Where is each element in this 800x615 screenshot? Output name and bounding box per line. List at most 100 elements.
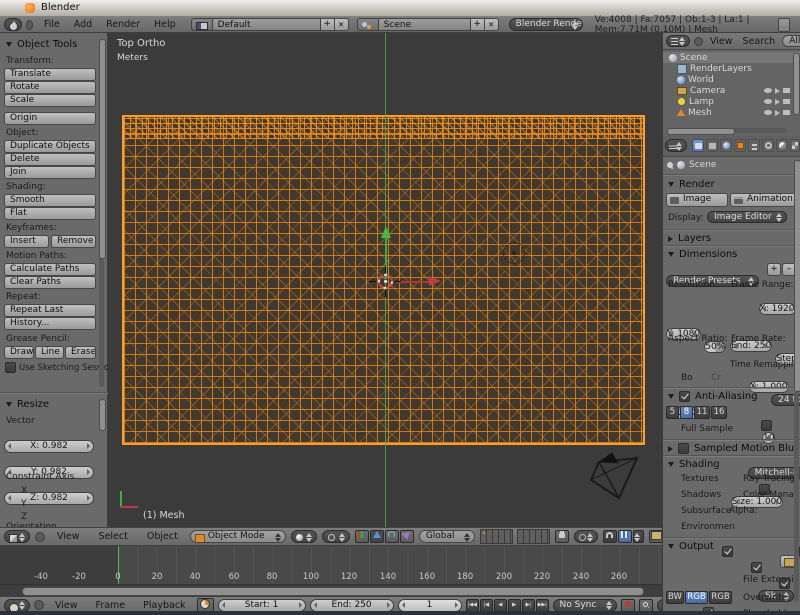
timeline-frame-menu[interactable]: Frame (89, 600, 133, 611)
end-frame-field[interactable]: End: 250 (310, 599, 394, 612)
resize-x-field[interactable]: X: 0.982 (4, 440, 94, 453)
view-menu[interactable]: View (50, 531, 87, 542)
outliner-row-mesh[interactable]: Mesh (663, 107, 800, 118)
select-menu[interactable]: Select (92, 531, 135, 542)
duplicate-objects-button[interactable]: Duplicate Objects (4, 140, 96, 153)
close-layout-button[interactable]: ✕ (335, 18, 349, 31)
menu-render[interactable]: Render (99, 19, 147, 30)
layer-grid-1[interactable] (480, 529, 513, 544)
manipulator-x-arrow-icon[interactable] (429, 276, 441, 286)
outliner-filter-select[interactable]: All Scene (782, 35, 800, 47)
layer-grid-2[interactable] (517, 529, 550, 544)
outliner-hscrollbar-thumb[interactable] (667, 128, 735, 135)
render-panel-header[interactable]: Render (668, 179, 715, 190)
aa-samples-8-button[interactable]: 8 (680, 406, 693, 419)
delete-button[interactable]: Delete (4, 153, 96, 166)
timeline-view-menu[interactable]: View (48, 600, 85, 611)
visibility-eye-icon[interactable] (764, 99, 772, 104)
display-select[interactable]: Image Editor (707, 211, 787, 223)
cursor-manipulator[interactable] (356, 223, 446, 333)
tab-render-icon[interactable] (692, 139, 704, 152)
sampled-motion-blur-header[interactable]: Sampled Motion Blur (668, 443, 798, 454)
scene-selector[interactable]: Scene + ✕ (357, 18, 499, 31)
window-toggle-icon[interactable] (778, 18, 790, 32)
sync-mode-select[interactable]: No Sync (553, 599, 617, 612)
tab-object-icon[interactable] (734, 139, 746, 152)
layers-widget[interactable] (480, 529, 550, 544)
channels-rgb-button[interactable]: RGB (685, 591, 708, 604)
pin-icon[interactable] (667, 162, 673, 168)
collapse-menus-icon[interactable] (35, 532, 45, 542)
editor-type-selector[interactable] (666, 35, 690, 47)
manipulator-y-arrow-icon[interactable] (381, 226, 391, 238)
selectable-arrow-icon[interactable] (775, 110, 780, 116)
motion-blur-checkbox[interactable] (678, 443, 689, 454)
resize-z-field[interactable]: Z: 0.982 (4, 492, 94, 505)
insert-keyframe-button[interactable]: Insert (4, 235, 49, 248)
tab-scene-icon[interactable] (706, 139, 718, 152)
remove-keyframe-button[interactable]: Remove (51, 235, 96, 248)
timeline-playback-menu[interactable]: Playback (136, 600, 192, 611)
outliner-search-menu[interactable]: Search (740, 36, 779, 47)
render-animation-button[interactable]: Animation (730, 193, 796, 207)
proportional-edit-select[interactable] (574, 530, 598, 543)
screen-layout-selector[interactable]: Default + ✕ (191, 18, 349, 31)
collapse-menus-icon[interactable] (694, 37, 703, 46)
snap-widget[interactable] (603, 530, 644, 543)
scene-name[interactable]: Scene (379, 18, 471, 31)
lamp-object[interactable] (503, 242, 525, 264)
resolution-x-field[interactable]: X: 1920 (759, 303, 796, 315)
lock-to-scene-icon[interactable] (555, 530, 569, 543)
snap-element-icon[interactable] (618, 530, 632, 543)
menu-file[interactable]: File (37, 19, 67, 30)
scale-manipulator-icon[interactable] (400, 530, 414, 543)
menu-help[interactable]: Help (147, 19, 183, 30)
repeat-last-button[interactable]: Repeat Last (4, 304, 96, 317)
play-reverse-button[interactable]: ◀ (494, 599, 507, 612)
antialiasing-checkbox[interactable] (679, 391, 690, 402)
render-engine-select[interactable]: Blender Render (509, 18, 583, 31)
border-checkbox[interactable] (761, 420, 772, 431)
resize-scrollbar-thumb[interactable] (99, 399, 106, 431)
outliner-vscrollbar-thumb[interactable] (793, 53, 800, 115)
camera-object[interactable] (585, 450, 647, 506)
aa-samples-11-button[interactable]: 11 (694, 406, 710, 419)
tab-texture-icon[interactable] (790, 139, 800, 152)
snap-mode-select[interactable] (633, 530, 644, 543)
add-layout-button[interactable]: + (321, 18, 335, 31)
visibility-eye-icon[interactable] (764, 88, 772, 93)
unlink-scene-button[interactable]: ✕ (485, 18, 499, 31)
collapse-menus-icon[interactable] (26, 20, 33, 30)
start-frame-field[interactable]: Start: 1 (218, 599, 306, 612)
tab-world-icon[interactable] (720, 139, 732, 152)
preview-range-clock-icon[interactable] (197, 598, 214, 612)
shadows-checkbox[interactable] (751, 562, 762, 573)
breadcrumb-scene[interactable]: Scene (689, 160, 716, 170)
editor-type-selector[interactable] (665, 139, 687, 152)
layers-panel-header[interactable]: Layers (668, 233, 711, 244)
timeline-scrollbar-thumb[interactable] (22, 587, 644, 596)
mode-select[interactable]: Object Mode (190, 530, 286, 543)
editor-type-selector[interactable] (4, 18, 22, 31)
outliner-row-camera[interactable]: Camera (663, 85, 800, 96)
tab-modifiers-icon[interactable] (762, 139, 774, 152)
tab-material-icon[interactable] (776, 139, 788, 152)
rotate-button[interactable]: Rotate (4, 81, 96, 94)
shelf-scrollbar-thumb[interactable] (99, 39, 106, 259)
aa-samples-16-button[interactable]: 16 (711, 406, 727, 419)
collapse-menus-icon[interactable] (34, 600, 44, 610)
textures-checkbox[interactable] (722, 546, 733, 557)
translate-manipulator-icon[interactable] (370, 530, 384, 543)
output-panel-header[interactable]: Output (668, 541, 714, 552)
renderable-camera-icon[interactable] (783, 99, 790, 104)
prev-keyframe-button[interactable]: |◀ (480, 599, 493, 612)
editor-type-selector[interactable] (4, 599, 30, 612)
object-tools-panel-header[interactable]: Object Tools (6, 39, 77, 50)
render-image-button[interactable]: Image (666, 193, 728, 207)
play-button[interactable]: ▶ (508, 599, 521, 612)
scale-button[interactable]: Scale (4, 94, 96, 107)
translate-button[interactable]: Translate (4, 68, 96, 81)
viewport-shading-select[interactable] (291, 530, 317, 543)
outliner-row-renderlayers[interactable]: RenderLayers (663, 63, 800, 74)
outliner-row-scene[interactable]: Scene (663, 52, 800, 63)
